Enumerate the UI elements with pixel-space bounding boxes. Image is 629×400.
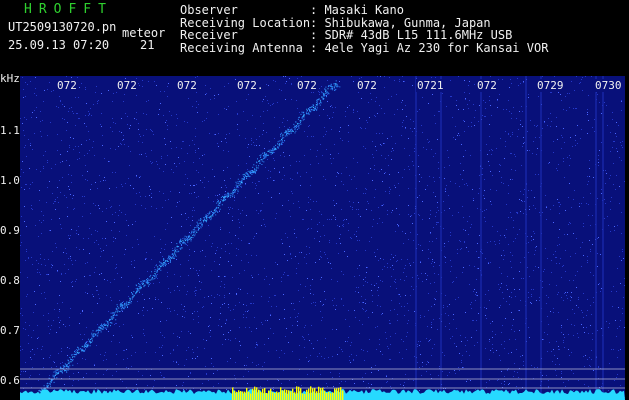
y-tick-label: 0.9 — [0, 224, 20, 237]
app-logo: HROFFT — [24, 2, 113, 17]
y-tick-label: 0.6 — [0, 374, 20, 387]
capture-datetime: 25.09.13 07:20 — [8, 38, 110, 52]
vertical-streak — [602, 76, 604, 400]
echo-count: 21 — [140, 38, 155, 52]
x-tick-label: 072 — [356, 79, 378, 92]
x-tick-label: 072 — [476, 79, 498, 92]
image-filename: UT2509130720.pn — [8, 20, 117, 34]
vertical-streak — [525, 76, 527, 400]
vertical-streak — [540, 76, 542, 400]
x-tick-label: 072 — [116, 79, 138, 92]
vertical-streak — [480, 76, 482, 400]
noise-speckle — [20, 76, 625, 400]
x-tick-label: 0729 — [536, 79, 565, 92]
x-tick-label: 072 — [296, 79, 318, 92]
vertical-streak — [440, 76, 442, 400]
y-tick-label: 1.0 — [0, 174, 20, 187]
x-tick-label: 072. — [236, 79, 265, 92]
spectrogram-plot: 072 072 072 072. 072 072 0721 072 0729 0… — [20, 76, 625, 400]
y-axis-unit: kHz — [0, 72, 20, 85]
station-info: Observer: Masaki Kano Receiving Location… — [180, 4, 548, 54]
noise-speckle-bright — [22, 76, 625, 400]
y-tick-label: 0.8 — [0, 274, 20, 287]
y-tick-label: 1.1 — [0, 124, 20, 137]
vertical-streak — [595, 76, 597, 400]
header-panel: HROFFT UT2509130720.pn meteor 25.09.13 0… — [0, 0, 629, 76]
x-tick-label: 072 — [56, 79, 78, 92]
info-row-antenna: Receiving Antenna: 4ele Yagi Az 230 for … — [180, 40, 549, 55]
spectrogram-canvas — [20, 76, 625, 400]
x-tick-label: 0721 — [416, 79, 445, 92]
y-tick-label: 0.7 — [0, 324, 20, 337]
x-tick-label: 0730 — [594, 79, 623, 92]
vertical-streak — [415, 76, 417, 400]
x-tick-label: 072 — [176, 79, 198, 92]
